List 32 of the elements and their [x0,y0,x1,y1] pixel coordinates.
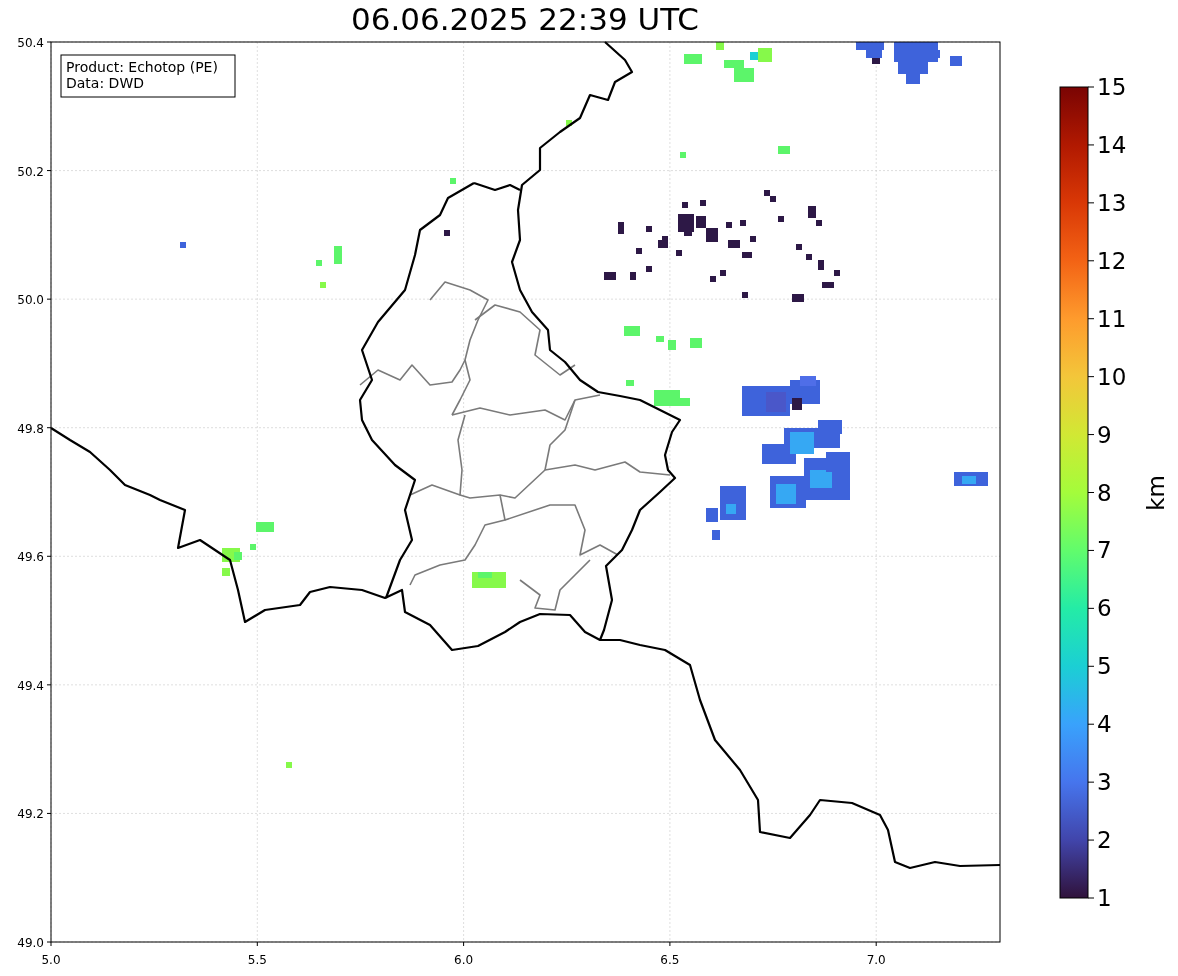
colorbar-tick-label: 2 [1097,827,1112,854]
colorbar-tick-label: 1 [1097,885,1112,911]
axis-tick-label: 50.4 [17,36,44,50]
axis-tick-label: 49.2 [17,807,44,822]
colorbar-tick-label: 3 [1097,769,1112,796]
colorbar-tick-label: 5 [1097,653,1112,680]
axis-tick-label: 49.6 [17,550,44,565]
axis-tick-label: 6.5 [660,953,680,967]
axis-tick-label: 50.0 [17,293,44,308]
axis-tick-label: 49.4 [17,678,44,693]
colorbar-tick-label: 9 [1097,421,1112,448]
colorbar-tick-label: 7 [1097,537,1112,564]
legend-text: Product: Echotop (PE) [66,59,218,75]
axis-tick-label: 5.0 [41,953,61,967]
axis-tick-label: 5.5 [247,953,267,967]
axis-tick-label: 49.8 [17,421,44,436]
colorbar-tick-label: 10 [1097,363,1127,390]
colorbar-tick-label: 15 [1097,74,1127,100]
chart-title: 06.06.2025 22:39 UTC [351,2,699,36]
colorbar-tick-label: 13 [1097,189,1127,216]
colorbar-tick-label: 12 [1097,247,1127,274]
colorbar-tick-label: 6 [1097,595,1112,622]
axis-tick-label: 6.0 [454,953,474,967]
axis-tick-label: 49.0 [17,936,44,950]
colorbar-tick-label: 14 [1097,131,1127,158]
colorbar-axis-label: km [1143,475,1169,511]
colorbar-tick-label: 4 [1097,711,1112,738]
axis-tick-label: 50.2 [17,164,44,179]
axis-tick-label: 7.0 [866,953,886,967]
colorbar-tick-label: 11 [1097,305,1127,332]
legend-text: Data: DWD [66,75,144,91]
colorbar-tick-label: 8 [1097,479,1112,506]
